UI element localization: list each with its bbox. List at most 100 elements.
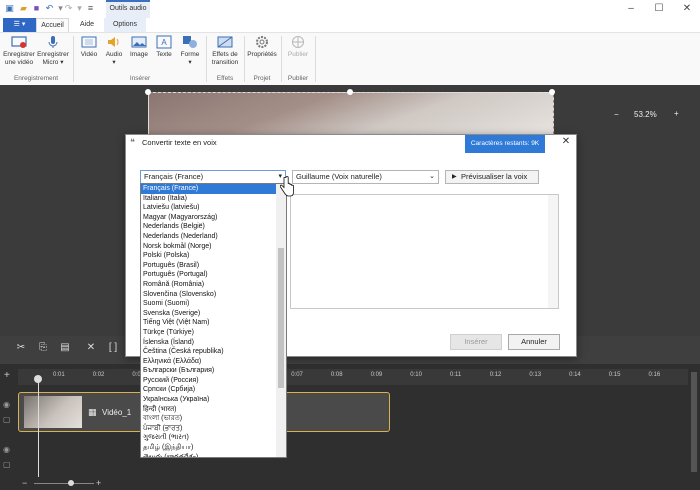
zoom-control: − 53.2% +: [606, 108, 688, 124]
quick-access-menu-icon[interactable]: ≡: [85, 3, 96, 14]
redo-dropdown-icon[interactable]: ▾: [74, 3, 85, 14]
language-option[interactable]: Nederlands (Nederland): [141, 232, 286, 242]
clip-label: Vidéo_1: [102, 408, 132, 417]
insert-button[interactable]: Insérer: [450, 334, 502, 350]
language-option[interactable]: Polski (Polska): [141, 251, 286, 261]
language-option[interactable]: Ελληνικά (Ελλάδα): [141, 357, 286, 367]
properties-button[interactable]: Propriétés: [246, 35, 278, 59]
record-mic-button[interactable]: Enregistrer Micro ▾: [36, 35, 70, 66]
lock-icon[interactable]: ▢: [3, 415, 11, 424]
file-menu-tab[interactable]: ☰ ▾: [3, 18, 36, 32]
language-option[interactable]: Tiếng Việt (Việt Nam): [141, 318, 286, 328]
timeline-zoom-slider[interactable]: [34, 483, 94, 484]
insert-image-button[interactable]: Image: [127, 35, 151, 59]
playhead-handle[interactable]: [34, 375, 42, 383]
resize-handle[interactable]: [145, 89, 151, 95]
zoom-level: 53.2%: [634, 110, 657, 119]
transition-effects-button[interactable]: Effets de transition: [208, 35, 242, 66]
language-option[interactable]: Русский (Россия): [141, 376, 286, 386]
language-option[interactable]: Türkçe (Türkiye): [141, 328, 286, 338]
tab-aide[interactable]: Aide: [72, 18, 102, 32]
language-option[interactable]: Slovenčina (Slovensko): [141, 290, 286, 300]
eye-icon[interactable]: ◉: [3, 400, 10, 409]
timeline-scrollbar[interactable]: [691, 372, 697, 472]
zoom-out-button[interactable]: −: [614, 110, 619, 119]
language-option[interactable]: ગુજરાતી (ભારત): [141, 433, 286, 443]
close-icon[interactable]: ✕: [560, 136, 572, 148]
language-select-value: Français (France): [144, 172, 204, 181]
preview-voice-button[interactable]: ▶ Prévisualiser la voix: [445, 170, 539, 184]
language-option[interactable]: Magyar (Magyarország): [141, 213, 286, 223]
record-video-button[interactable]: Enregistrer une vidéo: [2, 35, 36, 66]
language-option[interactable]: हिन्दी (भारत): [141, 405, 286, 415]
timeline-tick-label: 0:09: [370, 372, 383, 378]
language-option[interactable]: Suomi (Suomi): [141, 299, 286, 309]
text-area-scrollbar[interactable]: [548, 195, 558, 308]
language-option[interactable]: Български (България): [141, 366, 286, 376]
publish-button[interactable]: Publier: [283, 35, 313, 59]
resize-handle[interactable]: [549, 89, 555, 95]
cut-icon[interactable]: ✂: [14, 341, 28, 355]
timeline-tick-label: 0:15: [608, 372, 621, 378]
tab-accueil[interactable]: Accueil: [36, 18, 69, 32]
add-track-icon[interactable]: +: [4, 370, 10, 381]
timeline-zoom-out-button[interactable]: −: [22, 478, 27, 488]
language-option[interactable]: Latviešu (latviešu): [141, 203, 286, 213]
language-option[interactable]: Українська (Україна): [141, 395, 286, 405]
language-option[interactable]: Íslenska (Ísland): [141, 338, 286, 348]
language-option[interactable]: Nederlands (België): [141, 222, 286, 232]
cancel-button[interactable]: Annuler: [508, 334, 560, 350]
insert-shape-button[interactable]: Forme ▾: [177, 35, 203, 66]
playhead[interactable]: [38, 377, 39, 477]
insert-text-button[interactable]: A Texte: [152, 35, 176, 59]
ribbon-separator: [206, 36, 207, 82]
timeline-zoom-in-button[interactable]: +: [96, 478, 101, 488]
lock-icon[interactable]: ▢: [3, 460, 11, 469]
zoom-in-button[interactable]: +: [674, 109, 679, 118]
language-option[interactable]: Čeština (Česká republika): [141, 347, 286, 357]
language-select[interactable]: Français (France) ▾: [140, 170, 286, 184]
ribbon-separator: [315, 36, 316, 82]
film-icon: ▦: [88, 407, 97, 417]
language-option[interactable]: ਪੰਜਾਬੀ (ਭਾਰਤ): [141, 424, 286, 434]
play-icon: ▶: [452, 174, 457, 180]
language-option[interactable]: தமிழ் (இந்தியா): [141, 443, 286, 453]
text-input-area[interactable]: [290, 194, 559, 309]
language-option[interactable]: Português (Brasil): [141, 261, 286, 271]
save-icon[interactable]: ■: [31, 3, 42, 14]
crop-icon[interactable]: [ ]: [106, 341, 120, 355]
insert-image-label: Image: [129, 51, 149, 58]
tab-options[interactable]: Options: [104, 18, 146, 32]
language-option[interactable]: Italiano (Italia): [141, 194, 286, 204]
language-option-selected[interactable]: Français (France): [141, 184, 286, 194]
maximize-icon[interactable]: ☐: [646, 0, 672, 18]
insert-audio-button[interactable]: Audio ▾: [102, 35, 126, 66]
language-option[interactable]: Svenska (Sverige): [141, 309, 286, 319]
insert-video-button[interactable]: Vidéo: [77, 35, 101, 59]
language-option[interactable]: Português (Portugal): [141, 270, 286, 280]
eye-icon[interactable]: ◉: [3, 445, 10, 454]
voice-select[interactable]: Guillaume (Voix naturelle) ⌄: [292, 170, 439, 184]
redo-icon[interactable]: ↷: [63, 3, 74, 14]
open-folder-icon[interactable]: ▰: [18, 3, 29, 14]
resize-handle[interactable]: [347, 89, 353, 95]
language-option[interactable]: Norsk bokmål (Norge): [141, 242, 286, 252]
timeline-tick-label: 0:07: [291, 372, 303, 378]
scrollbar-thumb[interactable]: [278, 248, 284, 388]
timeline-zoom-handle[interactable]: [68, 480, 74, 486]
paste-icon[interactable]: ▤: [58, 341, 72, 355]
language-option[interactable]: Српски (Србија): [141, 385, 286, 395]
timeline-ruler[interactable]: [18, 369, 688, 385]
image-icon: [131, 36, 147, 48]
minimize-icon[interactable]: –: [618, 0, 644, 18]
language-option[interactable]: বাংলা (ভারত): [141, 414, 286, 424]
undo-icon[interactable]: ↶: [44, 3, 55, 14]
ribbon-separator: [281, 36, 282, 82]
close-window-icon[interactable]: ✕: [674, 0, 700, 18]
language-option[interactable]: తెలుగు (భారతదేశం): [141, 453, 286, 457]
language-option[interactable]: Română (România): [141, 280, 286, 290]
svg-text:A: A: [161, 38, 167, 47]
split-icon[interactable]: ✕: [84, 341, 98, 355]
group-label-enregistrement: Enregistrement: [13, 75, 59, 82]
copy-icon[interactable]: ⎘: [36, 341, 50, 355]
